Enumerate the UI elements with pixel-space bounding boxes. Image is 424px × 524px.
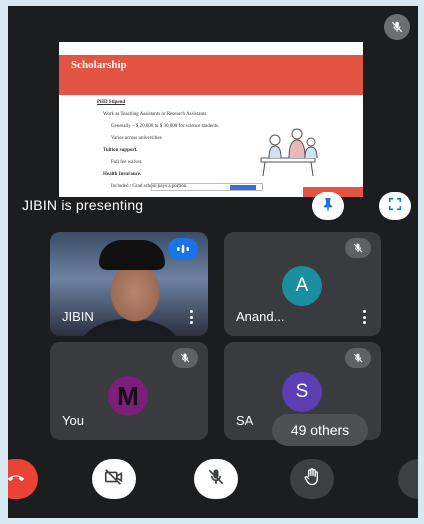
participant-tile-jibin[interactable]: JIBIN: [50, 232, 208, 336]
mic-off-icon: [206, 467, 226, 492]
pin-icon: [320, 196, 336, 217]
end-call-icon: [8, 466, 27, 493]
slide-footer-button: [230, 185, 256, 190]
shared-slide: Scholarship PHD Stipend Work as Teaching…: [59, 42, 363, 197]
raise-hand-icon: [302, 467, 322, 492]
students-illustration: [260, 128, 318, 177]
participant-name: Anand...: [236, 309, 285, 324]
presenter-mic-off-icon: [384, 14, 410, 40]
slide-line: PHD Stipend: [97, 100, 126, 105]
participant-menu-icon[interactable]: [363, 310, 367, 324]
pin-button[interactable]: [312, 192, 344, 220]
others-count-badge[interactable]: 49 others: [272, 414, 368, 446]
end-call-button[interactable]: [8, 459, 38, 499]
participant-name: JIBIN: [62, 309, 94, 324]
slide-title: Scholarship: [71, 59, 127, 71]
mic-toggle-button[interactable]: [194, 459, 238, 499]
mic-off-icon: [345, 348, 371, 368]
mic-off-icon: [172, 348, 198, 368]
slide-line: Work as Teaching Assistants or Research …: [103, 112, 208, 117]
participant-tile-anand[interactable]: A Anand...: [224, 232, 381, 336]
raise-hand-button[interactable]: [290, 459, 334, 499]
fullscreen-button[interactable]: [379, 192, 411, 220]
avatar: M: [108, 376, 148, 416]
participant-name: SA: [236, 413, 254, 428]
meeting-screen: Scholarship PHD Stipend Work as Teaching…: [8, 6, 418, 518]
fullscreen-icon: [387, 196, 403, 217]
presenting-label: JIBIN is presenting: [22, 197, 144, 213]
avatar: S: [282, 372, 322, 412]
camera-off-icon: [103, 466, 125, 493]
participant-menu-icon[interactable]: [190, 310, 194, 324]
speaking-indicator-icon: [168, 238, 198, 260]
participant-tile-you[interactable]: M You: [50, 342, 208, 440]
participant-name: You: [62, 413, 84, 428]
avatar: A: [282, 266, 322, 306]
more-options-icon: [417, 468, 418, 491]
more-options-button[interactable]: [398, 459, 418, 499]
participant-hair: [99, 240, 165, 270]
camera-toggle-button[interactable]: [92, 459, 136, 499]
mic-off-icon: [345, 238, 371, 258]
